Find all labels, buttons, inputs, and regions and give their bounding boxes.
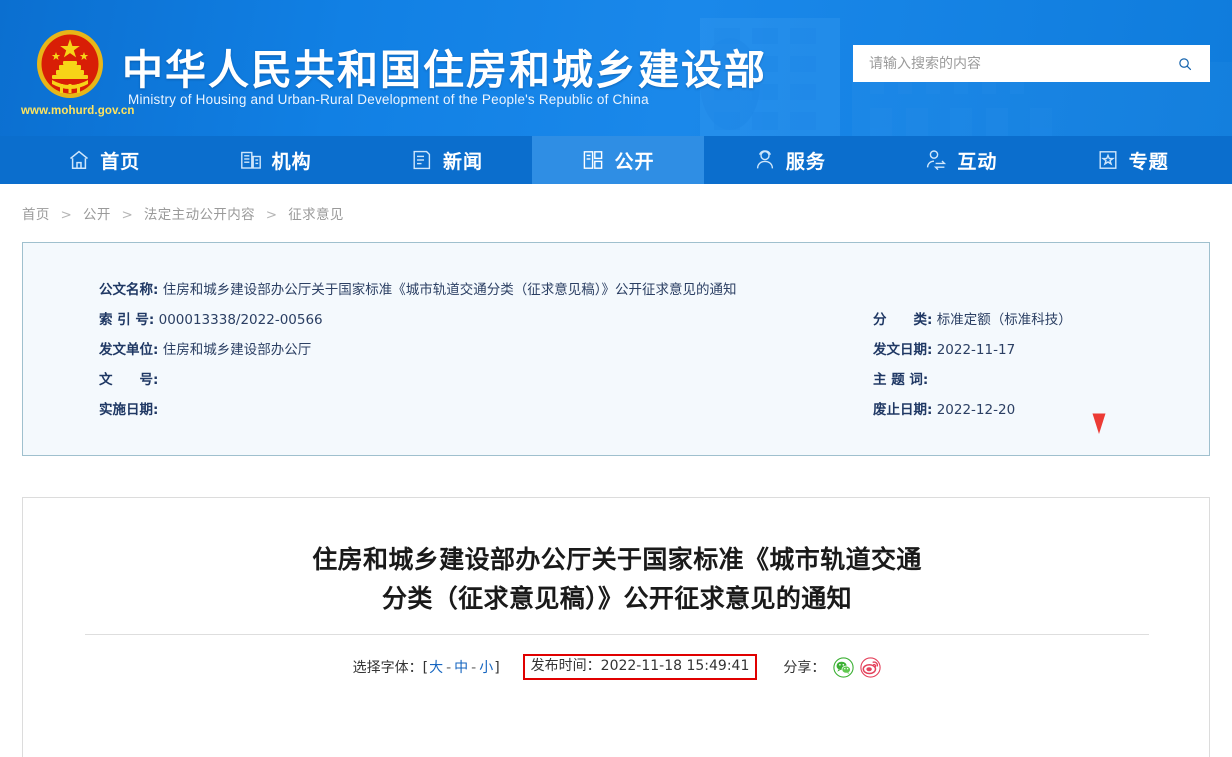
meta-row-index-number: 索 引 号: 000013338/2022-00566 [99,308,323,328]
search-icon [1179,57,1192,70]
meta-label-index-number: 索 引 号: [99,312,155,328]
title-divider [85,634,1149,635]
document-metadata-card: 公文名称: 住房和城乡建设部办公厅关于国家标准《城市轨道交通分类（征求意见稿）》… [22,242,1210,456]
nav-item-organization[interactable]: 机构 [189,136,360,184]
meta-label-subject-words: 主 题 词: [873,372,929,388]
building-icon [239,148,263,172]
nav-item-topics[interactable]: 专题 [1047,136,1218,184]
page-title-line-2: 分类（征求意见稿）》公开征求意见的通知 [381,584,853,613]
meta-row-doc-name: 公文名称: 住房和城乡建设部办公厅关于国家标准《城市轨道交通分类（征求意见稿）》… [99,278,736,298]
nav-label-disclosure: 公开 [614,150,655,173]
meta-label-doc-name: 公文名称: [99,282,159,298]
page-title-line-1: 住房和城乡建设部办公厅关于国家标准《城市轨道交通 [312,545,922,574]
nav-item-disclosure[interactable]: 公开 [532,136,704,184]
meta-row-issue-date: 发文日期: 2022-11-17 [873,338,1015,358]
wechat-share-icon[interactable] [833,656,855,678]
meta-value-doc-name: 住房和城乡建设部办公厅关于国家标准《城市轨道交通分类（征求意见稿）》公开征求意见… [162,282,737,298]
news-document-icon [410,148,434,172]
meta-row-effective-date: 实施日期: [99,398,158,418]
publish-time-highlight: 发布时间：2022-11-18 15:49:41 [522,654,758,680]
search-box[interactable] [853,45,1210,82]
open-disclosure-icon [581,148,605,172]
search-input[interactable] [867,54,1172,73]
meta-label-category: 分 类: [873,312,933,328]
font-size-label: 选择字体： [352,660,423,676]
meta-label-issue-date: 发文日期: [873,342,933,358]
share-label: 分享： [783,660,826,676]
meta-label-expiry-date: 废止日期: [873,402,933,418]
nav-item-home[interactable]: 首页 [18,136,189,184]
article-meta-bar: 选择字体：[大 - 中 - 小] 发布时间：2022-11-18 15:49:41 分享… [23,650,1211,684]
site-header: 中华人民共和国住房和城乡建设部 Ministry of Housing and … [0,0,1232,136]
breadcrumb-item-3[interactable]: 征求意见 [288,207,344,223]
font-size-medium[interactable]: 中 [454,660,468,676]
nav-item-interaction[interactable]: 互动 [875,136,1046,184]
font-size-selector: 选择字体：[大 - 中 - 小] [353,657,500,677]
breadcrumb-item-0[interactable]: 首页 [22,207,50,223]
meta-label-issuing-unit: 发文单位: [99,342,159,358]
nav-item-news[interactable]: 新闻 [361,136,532,184]
nav-left-spacer [0,136,18,184]
font-size-dash-1: - [446,660,452,676]
meta-value-index-number: 000013338/2022-00566 [158,312,323,328]
nav-label-news: 新闻 [443,150,484,173]
nav-label-interaction: 互动 [957,150,998,173]
breadcrumb-item-1[interactable]: 公开 [83,207,111,223]
breadcrumb-item-2[interactable]: 法定主动公开内容 [144,207,255,223]
font-size-dash-2: - [471,660,477,676]
weibo-share-icon[interactable] [860,656,882,678]
share-section: 分享： [783,656,882,678]
font-bracket-open: [ [422,660,429,676]
meta-value-expiry-date: 2022-12-20 [936,402,1016,418]
publish-time-value: 2022-11-18 15:49:41 [600,658,750,674]
meta-row-category: 分 类: 标准定额（标准科技） [873,308,1072,328]
nav-label-home: 首页 [100,150,141,173]
breadcrumb: 首页 > 公开 > 法定主动公开内容 > 征求意见 [22,203,344,223]
font-bracket-close: ] [494,660,500,676]
publish-time-label: 发布时间： [530,658,601,674]
interaction-exchange-icon [924,148,948,172]
page-title: 住房和城乡建设部办公厅关于国家标准《城市轨道交通 分类（征求意见稿）》公开征求意… [73,540,1161,618]
meta-value-issuing-unit: 住房和城乡建设部办公厅 [162,342,312,358]
meta-row-issuing-unit: 发文单位: 住房和城乡建设部办公厅 [99,338,311,358]
breadcrumb-separator-2: > [265,207,278,223]
font-size-large[interactable]: 大 [429,660,443,676]
font-size-small[interactable]: 小 [479,660,493,676]
nav-item-service[interactable]: 服务 [704,136,875,184]
meta-row-expiry-date: 废止日期: 2022-12-20 [873,398,1015,418]
search-button[interactable] [1172,51,1198,77]
article-card: 住房和城乡建设部办公厅关于国家标准《城市轨道交通 分类（征求意见稿）》公开征求意… [22,497,1210,757]
service-person-icon [753,148,777,172]
site-url-label: www.mohurd.gov.cn [21,105,135,117]
home-icon [67,148,91,172]
meta-row-document-number: 文 号: [99,368,158,388]
nav-label-organization: 机构 [271,150,312,173]
national-emblem-icon [37,30,103,98]
breadcrumb-separator-0: > [60,207,73,223]
breadcrumb-separator-1: > [121,207,134,223]
nav-label-service: 服务 [785,150,826,173]
meta-value-issue-date: 2022-11-17 [936,342,1016,358]
meta-label-document-number: 文 号: [99,372,159,388]
meta-label-effective-date: 实施日期: [99,402,159,418]
nav-label-topics: 专题 [1128,150,1169,173]
site-title-chinese: 中华人民共和国住房和城乡建设部 [122,46,767,94]
main-navigation: 首页 机构 新闻 公开 服务 互动 专题 [0,136,1232,184]
meta-value-category: 标准定额（标准科技） [936,312,1072,328]
nav-right-spacer [1218,136,1232,184]
site-title-english: Ministry of Housing and Urban-Rural Deve… [128,92,649,107]
star-topic-icon [1096,148,1120,172]
meta-row-subject-words: 主 题 词: [873,368,928,388]
